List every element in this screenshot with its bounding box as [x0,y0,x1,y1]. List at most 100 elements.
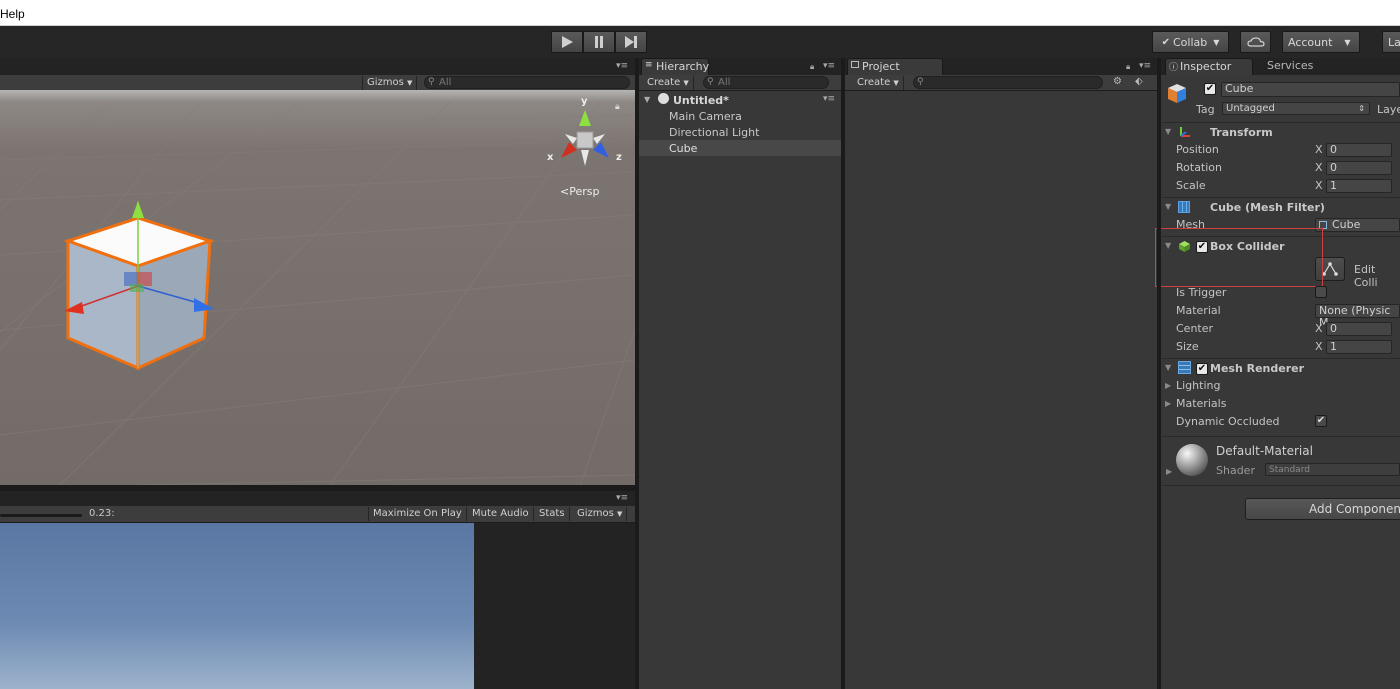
maximize-on-play-toggle[interactable]: Maximize On Play [368,507,467,521]
panel-menu-icon[interactable]: ▾≡ [1139,61,1151,71]
hierarchy-search-input[interactable]: ⚲ All [703,76,829,89]
account-button[interactable]: Account ▼ [1282,31,1360,53]
position-label: Position [1176,143,1219,156]
dropdown-arrow-icon: ▼ [407,79,413,87]
step-button[interactable] [615,31,647,53]
foldout-arrow-icon[interactable]: ▼ [644,95,650,104]
playback-controls [551,31,647,53]
scene-gizmos-dropdown[interactable]: Gizmos ▼ [362,76,418,90]
tab-project[interactable]: Project [847,58,943,75]
dynamic-occluded-checkbox[interactable]: ✔ [1315,415,1327,427]
material-preview-sphere[interactable] [1176,444,1208,476]
mesh-renderer-header[interactable]: ▼ ✔ Mesh Renderer [1162,360,1400,378]
mute-audio-toggle[interactable]: Mute Audio [468,507,534,521]
mesh-field[interactable]: Cube [1315,218,1400,232]
tab-services[interactable]: Services [1257,58,1337,75]
scene-search-input[interactable]: ⚲ All [424,76,630,89]
divider [1162,485,1400,486]
mesh-filter-header[interactable]: ▼ Cube (Mesh Filter) [1162,199,1400,217]
inspector-tabstrip: ⓘ Inspector Services [1161,58,1400,75]
materials-foldout[interactable]: Materials [1176,397,1226,410]
foldout-arrow-icon[interactable]: ▼ [1165,202,1171,211]
hierarchy-panel: ≡ Hierarchy 🔒︎ ▾≡ Create ▼ ⚲ All ▼ Untitl… [639,58,841,689]
scene-menu-icon[interactable]: ▾≡ [823,94,835,104]
scene-gizmo[interactable]: y x z [545,96,625,178]
collab-button[interactable]: ✔ Collab ▼ [1152,31,1229,53]
panel-menu-icon[interactable]: ▾≡ [823,61,835,71]
dropdown-arrow-icon: ▼ [617,510,623,518]
tab-hierarchy[interactable]: ≡ Hierarchy [641,58,709,75]
tag-dropdown[interactable]: Untagged ⇕ [1222,102,1370,115]
hierarchy-item-directional-light[interactable]: Directional Light [669,126,759,139]
info-icon: ⓘ [1169,63,1179,73]
position-x-label: X [1315,143,1323,156]
filter-type-icon[interactable]: ⚙ [1113,76,1122,87]
lock-icon[interactable]: 🔒︎ [810,62,814,72]
game-gizmos-toggle[interactable]: Gizmos ▼ [573,507,628,521]
panel-separator[interactable] [1157,58,1161,689]
panel-separator[interactable] [635,58,639,689]
menu-bar: Help [0,0,1400,26]
dropdown-arrow-icon: ▼ [683,79,689,87]
add-component-button[interactable]: Add Componen [1245,498,1400,520]
scale-x-field[interactable]: 1 [1326,179,1392,193]
pause-icon [595,36,603,48]
lock-icon[interactable]: 🔒︎ [1126,62,1130,72]
scene-root-row[interactable]: ▼ Untitled* ▾≡ [639,92,841,108]
rotation-x-field[interactable]: 0 [1326,161,1392,175]
transform-header[interactable]: ▼ Transform [1162,124,1400,142]
foldout-arrow-icon[interactable]: ▶ [1165,399,1171,408]
panel-menu-icon[interactable]: ▾≡ [616,61,628,71]
divider [1162,197,1400,198]
physic-material-field[interactable]: None (Physic M [1315,304,1400,329]
hierarchy-item-main-camera[interactable]: Main Camera [669,110,742,123]
hierarchy-item-cube-row[interactable]: Cube [639,140,841,156]
project-create-dropdown[interactable]: Create ▼ [853,76,904,90]
menu-help[interactable]: Help [0,7,25,21]
panel-menu-icon[interactable]: ▾≡ [616,493,628,503]
size-x-field[interactable]: 1 [1326,340,1392,354]
hierarchy-list-icon: ≡ [645,60,653,70]
mesh-renderer-icon [1178,361,1191,374]
gameobject-icon [1166,82,1188,107]
is-trigger-checkbox[interactable] [1315,286,1327,298]
lock-icon[interactable]: 🔒︎ [615,102,620,112]
panel-separator[interactable] [0,485,635,491]
dropdown-arrow-icon: ⇕ [1358,104,1365,113]
shader-label: Shader [1216,464,1255,477]
cloud-button[interactable] [1240,31,1271,53]
lighting-foldout[interactable]: Lighting [1176,379,1220,392]
stats-toggle[interactable]: Stats [535,507,570,521]
mesh-renderer-enabled-checkbox[interactable]: ✔ [1196,363,1208,375]
scene-viewport[interactable]: y x z 🔒︎ <Persp [0,90,635,485]
scale-slider[interactable] [0,514,82,517]
layers-button[interactable]: La [1382,31,1400,53]
toolbar: ✔ Collab ▼ Account ▼ La [0,26,1400,58]
tag-label: Tag [1196,103,1215,116]
search-icon: ⚲ [707,77,714,87]
position-x-field[interactable]: 0 [1326,143,1392,157]
panel-separator[interactable] [841,58,845,689]
check-icon: ✔ [1161,36,1170,48]
edit-collider-label: Edit Colli [1354,263,1378,289]
object-name-field[interactable]: Cube [1221,82,1400,97]
scale-value: 0.23: [89,508,115,519]
active-checkbox[interactable]: ✔ [1204,83,1216,95]
projection-toggle[interactable]: <Persp [560,185,599,198]
foldout-arrow-icon[interactable]: ▶ [1166,467,1172,476]
shader-dropdown[interactable]: Standard [1265,463,1400,476]
foldout-arrow-icon[interactable]: ▶ [1165,381,1171,390]
tab-inspector[interactable]: ⓘ Inspector [1165,58,1253,75]
filter-label-icon[interactable]: ⬖ [1135,76,1143,87]
cube-object[interactable] [40,198,260,398]
center-x-field[interactable]: 0 [1326,322,1392,336]
project-search-input[interactable]: ⚲ [913,76,1103,89]
hierarchy-create-dropdown[interactable]: Create ▼ [643,76,694,90]
foldout-arrow-icon[interactable]: ▼ [1165,127,1171,136]
hierarchy-tabstrip: ≡ Hierarchy 🔒︎ ▾≡ [639,58,841,75]
divider [1162,358,1400,359]
play-button[interactable] [551,31,583,53]
pause-button[interactable] [583,31,615,53]
foldout-arrow-icon[interactable]: ▼ [1165,363,1171,372]
game-viewport[interactable] [0,523,474,689]
